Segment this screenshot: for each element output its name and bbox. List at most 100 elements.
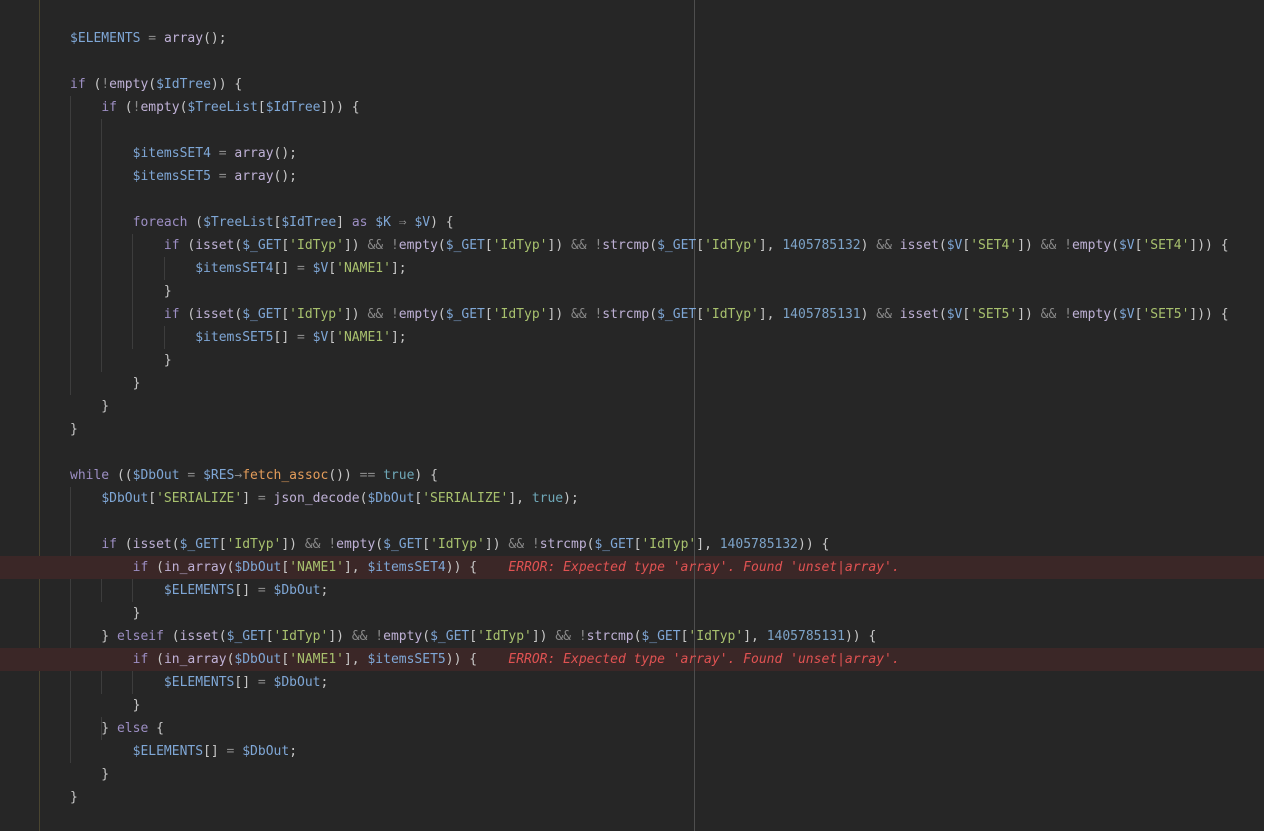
code-token: )) { — [798, 537, 830, 552]
code-token: && — [876, 307, 892, 322]
code-token: $_GET — [226, 629, 266, 644]
code-token: ); — [563, 491, 579, 506]
code-token: $DbOut — [234, 652, 282, 667]
code-token: empty — [140, 100, 180, 115]
code-line[interactable]: if (isset($_GET['IdTyp']) && !empty($_GE… — [70, 533, 829, 556]
code-token: ]) — [547, 307, 571, 322]
code-token: $V — [946, 307, 963, 322]
code-token: ) — [860, 307, 877, 322]
code-token: } — [70, 721, 117, 736]
code-token: if — [132, 652, 149, 667]
code-token: $ELEMENTS — [132, 744, 204, 759]
code-token: json_decode — [273, 491, 360, 506]
code-line[interactable]: $ELEMENTS[] = $DbOut; — [70, 671, 328, 694]
code-line[interactable]: } — [70, 349, 172, 372]
code-line-error[interactable]: if (in_array($DbOut['NAME1'], $itemsSET5… — [70, 648, 900, 671]
code-line[interactable]: $itemsSET4[] = $V['NAME1']; — [70, 257, 407, 280]
code-token: ! — [328, 537, 337, 552]
code-token: ⇒ — [390, 215, 415, 230]
code-line[interactable]: $itemsSET5[] = $V['NAME1']; — [70, 326, 407, 349]
code-line[interactable]: $ELEMENTS[] = $DbOut; — [70, 740, 297, 763]
code-token: 1405785131 — [782, 307, 861, 322]
code-line[interactable]: if (!empty($IdTree)) { — [70, 73, 242, 96]
code-line[interactable]: } — [70, 280, 172, 303]
code-line[interactable]: if (isset($_GET['IdTyp']) && !empty($_GE… — [70, 303, 1229, 326]
code-token: 1405785132 — [719, 537, 799, 552]
code-token: as — [351, 215, 368, 230]
code-line[interactable]: } — [70, 372, 141, 395]
code-line[interactable]: } elseif (isset($_GET['IdTyp']) && !empt… — [70, 625, 876, 648]
code-token: ]) — [531, 629, 556, 644]
code-token: [ — [281, 238, 290, 253]
code-line[interactable]: $itemsSET4 = array(); — [70, 142, 297, 165]
code-line[interactable]: $itemsSET5 = array(); — [70, 165, 297, 188]
code-token: $DbOut — [101, 491, 149, 506]
code-token: 'IdTyp' — [273, 629, 329, 644]
code-token: } — [70, 629, 117, 644]
code-line-error[interactable]: if (in_array($DbOut['NAME1'], $itemsSET4… — [70, 556, 900, 579]
code-token: $DbOut — [367, 491, 415, 506]
code-token: && — [304, 537, 321, 552]
code-token: (); — [203, 31, 227, 46]
code-token: ])) { — [1189, 238, 1229, 253]
code-token: $_GET — [383, 537, 423, 552]
code-token: isset — [195, 238, 235, 253]
code-token: 'IdTyp' — [226, 537, 282, 552]
code-line[interactable]: $ELEMENTS[] = $DbOut; — [70, 579, 328, 602]
error-message: ERROR: Expected type 'array'. Found 'uns… — [508, 560, 900, 575]
code-line[interactable]: $DbOut['SERIALIZE'] = json_decode($DbOut… — [70, 487, 579, 510]
code-token: [ — [281, 652, 290, 667]
code-token: 'SERIALIZE' — [156, 491, 243, 506]
code-line[interactable]: while (($DbOut = $RES→fetch_assoc()) == … — [70, 464, 438, 487]
code-token: $_GET — [242, 238, 282, 253]
code-line[interactable]: } — [70, 395, 109, 418]
code-token: 'SET5' — [970, 307, 1018, 322]
code-line[interactable]: if (!empty($TreeList[$IdTree])) { — [70, 96, 359, 119]
code-editor[interactable]: { "editor": { "language": "PHP", "lines"… — [0, 0, 1264, 831]
code-line[interactable]: } — [70, 786, 78, 809]
code-token: [ — [257, 100, 266, 115]
code-token: && — [367, 307, 384, 322]
code-line[interactable]: } — [70, 602, 141, 625]
code-token: ]; — [390, 261, 407, 276]
code-token: empty — [398, 307, 438, 322]
code-token: ] — [242, 491, 251, 506]
code-token: ( — [649, 238, 658, 253]
code-line[interactable]: } — [70, 418, 78, 441]
code-token: && — [570, 238, 587, 253]
code-token: in_array — [163, 652, 227, 667]
code-line[interactable]: $ELEMENTS = array(); — [70, 27, 227, 50]
code-token: [ — [469, 629, 478, 644]
right-margin-ruler — [694, 0, 695, 831]
code-line[interactable]: } else { — [70, 717, 164, 740]
code-token: $TreeList — [187, 100, 258, 115]
code-token: ! — [101, 77, 110, 92]
code-token: ( — [1111, 307, 1119, 322]
code-token: } — [70, 376, 141, 391]
code-line[interactable]: foreach ($TreeList[$IdTree] as $K ⇒ $V) … — [70, 211, 454, 234]
code-line[interactable]: } — [70, 763, 109, 786]
code-token: = — [210, 169, 235, 184]
code-token: ]; — [390, 330, 407, 345]
code-token: $V — [312, 261, 329, 276]
code-token: strcmp — [586, 629, 634, 644]
code-token: empty — [336, 537, 376, 552]
code-token: 'NAME1' — [289, 560, 344, 575]
code-line[interactable]: } — [70, 694, 141, 717]
code-token: 'IdTyp' — [492, 307, 548, 322]
code-line[interactable]: if (isset($_GET['IdTyp']) && !empty($_GE… — [70, 234, 1229, 257]
code-token: } — [70, 422, 78, 437]
code-token: $_GET — [657, 307, 697, 322]
code-token: ; — [320, 583, 329, 598]
code-token: ])) { — [1189, 307, 1229, 322]
code-token: 'SET5' — [1142, 307, 1190, 322]
